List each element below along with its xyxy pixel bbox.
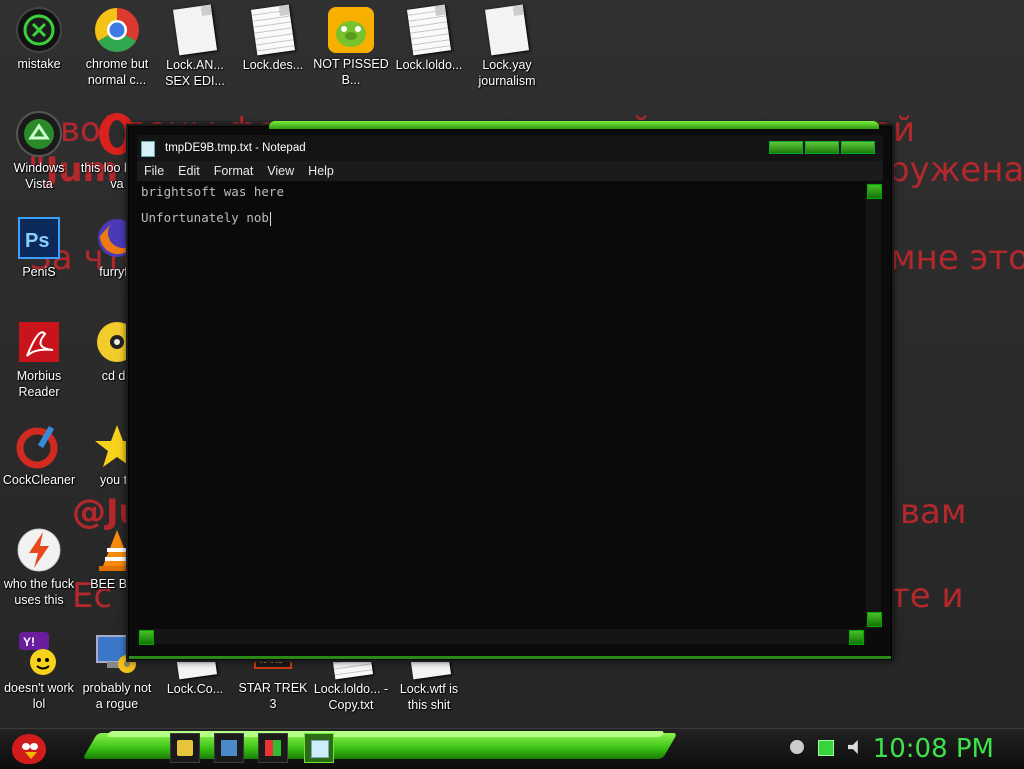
- desktop-icon-lock-yay[interactable]: Lock.yay journalism: [468, 4, 546, 89]
- desktop-icon-label: doesn't work lol: [4, 681, 74, 711]
- bad-piggies-icon: [327, 6, 375, 54]
- desktop-icon-label: NOT PISSED B...: [313, 57, 389, 87]
- desktop-icon-label: probably not a rogue: [82, 681, 152, 711]
- title-bar[interactable]: tmpDE9B.tmp.txt - Notepad: [137, 135, 883, 161]
- desktop-icon-label: Windows Vista: [13, 161, 65, 191]
- maximize-button[interactable]: [805, 141, 839, 154]
- desktop-icon-label: STAR TREK 3: [238, 681, 308, 711]
- desktop-icon-label: PeniS: [22, 265, 56, 279]
- yahoo-messenger-icon: Y!: [15, 630, 63, 678]
- scroll-right-arrow-icon[interactable]: [849, 630, 864, 645]
- desktop-icon-label: Lock.AN... SEX EDI...: [165, 58, 225, 88]
- taskbar-explorer-button[interactable]: [170, 733, 200, 763]
- desktop-icon-label: mistake: [17, 57, 61, 71]
- text-line-2-content: Unfortunately nob: [141, 210, 269, 225]
- desktop-icon-label: Morbius Reader: [16, 369, 62, 399]
- desktop-icon-label: Lock.des...: [242, 58, 304, 72]
- adobe-reader-icon: [15, 318, 63, 366]
- notepad-icon: [311, 740, 329, 758]
- notepad-window[interactable]: tmpDE9B.tmp.txt - Notepad File Edit Form…: [128, 121, 892, 660]
- desktop-icon-label: Lock.Co...: [166, 682, 224, 696]
- explorer-icon: [177, 740, 193, 756]
- window-accent-bar: [269, 121, 879, 129]
- media-player-icon: [221, 740, 237, 756]
- bird-eye: [30, 743, 38, 750]
- start-button[interactable]: [8, 730, 50, 768]
- menu-edit[interactable]: Edit: [171, 161, 207, 181]
- wallpaper-text-line-3: ружена: [888, 150, 1024, 190]
- scroll-down-arrow-icon[interactable]: [867, 612, 882, 627]
- taskbar-windows-button[interactable]: [258, 733, 288, 763]
- system-tray: [790, 740, 862, 756]
- window-title: tmpDE9B.tmp.txt - Notepad: [165, 142, 306, 154]
- menu-view[interactable]: View: [260, 161, 301, 181]
- desktop-icon-not-pissed[interactable]: NOT PISSED B...: [312, 6, 390, 88]
- window-bottom-accent: [129, 656, 891, 659]
- desktop-icon-mistake[interactable]: mistake: [0, 6, 78, 72]
- desktop-icon-windows-vista[interactable]: Windows Vista: [0, 110, 78, 192]
- svg-text:Y!: Y!: [23, 635, 35, 649]
- document-icon: [171, 4, 219, 56]
- angry-bird-icon: [12, 734, 46, 764]
- wallpaper-text-line-7: вам: [900, 492, 967, 532]
- wallpaper-text-line-9: те и: [890, 576, 964, 616]
- document-icon: [483, 4, 531, 56]
- window-controls: [769, 141, 875, 154]
- taskbar-clock[interactable]: 10:08 PM: [873, 734, 994, 764]
- battery-icon[interactable]: [818, 740, 834, 756]
- menu-file[interactable]: File: [137, 161, 171, 181]
- ccleaner-icon: [15, 422, 63, 470]
- desktop-icon-label: Lock.loldo... - Copy.txt: [313, 682, 389, 712]
- wallpaper-text-line-5: мне это: [890, 238, 1024, 278]
- desktop-icon-who-the-fuck[interactable]: who the fuck uses this: [0, 526, 78, 608]
- desktop-icon-label: Lock.yay journalism: [478, 58, 536, 88]
- notepad-icon: [141, 141, 155, 157]
- desktop-icon-chrome[interactable]: chrome but normal c...: [78, 6, 156, 88]
- scroll-left-arrow-icon[interactable]: [139, 630, 154, 645]
- desktop-icon-morbius-reader[interactable]: Morbius Reader: [0, 318, 78, 400]
- desktop-icon-label: who the fuck uses this: [3, 577, 75, 607]
- text-editor-area[interactable]: brightsoft was here Unfortunately nob: [137, 182, 866, 629]
- photoshop-icon: Ps: [15, 214, 63, 262]
- desktop: войдены флинованны хакерской группировко…: [0, 0, 1024, 728]
- desktop-icon-penis[interactable]: Ps PeniS: [0, 214, 78, 280]
- minimize-button[interactable]: [769, 141, 803, 154]
- windows-flag-icon: [265, 740, 281, 756]
- menu-bar: File Edit Format View Help: [137, 161, 883, 181]
- recycle-bin-icon: [15, 110, 63, 158]
- horizontal-scrollbar[interactable]: [137, 629, 866, 645]
- volume-icon[interactable]: [848, 740, 858, 754]
- text-line-2: Unfortunately nob: [141, 210, 271, 226]
- chrome-icon: [93, 6, 141, 54]
- menu-format[interactable]: Format: [207, 161, 261, 181]
- desktop-icon-label: Lock.wtf is this shit: [399, 682, 459, 712]
- taskbar-media-button[interactable]: [214, 733, 244, 763]
- taskbar-notepad-button[interactable]: [304, 733, 334, 763]
- text-caret: [269, 211, 271, 226]
- vertical-scrollbar[interactable]: [866, 182, 882, 629]
- desktop-icon-lock-loldo[interactable]: Lock.loldo...: [390, 4, 468, 73]
- document-icon: [249, 4, 297, 56]
- desktop-icon-cockcleaner[interactable]: CockCleaner: [0, 422, 78, 488]
- network-icon[interactable]: [790, 740, 804, 754]
- taskbar: 10:08 PM: [0, 728, 1024, 769]
- bird-eye: [22, 743, 30, 750]
- desktop-icon-label: CockCleaner: [2, 473, 76, 487]
- bird-beak: [25, 752, 37, 759]
- scroll-up-arrow-icon[interactable]: [867, 184, 882, 199]
- desktop-icon-label: Lock.loldo...: [395, 58, 463, 72]
- bolt-icon: [15, 526, 63, 574]
- desktop-icon-lock-an[interactable]: Lock.AN... SEX EDI...: [156, 4, 234, 89]
- razer-icon: [15, 6, 63, 54]
- desktop-icon-doesnt-work[interactable]: Y! doesn't work lol: [0, 630, 78, 712]
- svg-text:Ps: Ps: [25, 230, 49, 252]
- close-button[interactable]: [841, 141, 875, 154]
- text-document-icon: [405, 4, 453, 56]
- desktop-icon-label: chrome but normal c...: [85, 57, 149, 87]
- menu-help[interactable]: Help: [301, 161, 341, 181]
- desktop-icon-lock-des[interactable]: Lock.des...: [234, 4, 312, 73]
- text-line-1: brightsoft was here: [141, 184, 284, 199]
